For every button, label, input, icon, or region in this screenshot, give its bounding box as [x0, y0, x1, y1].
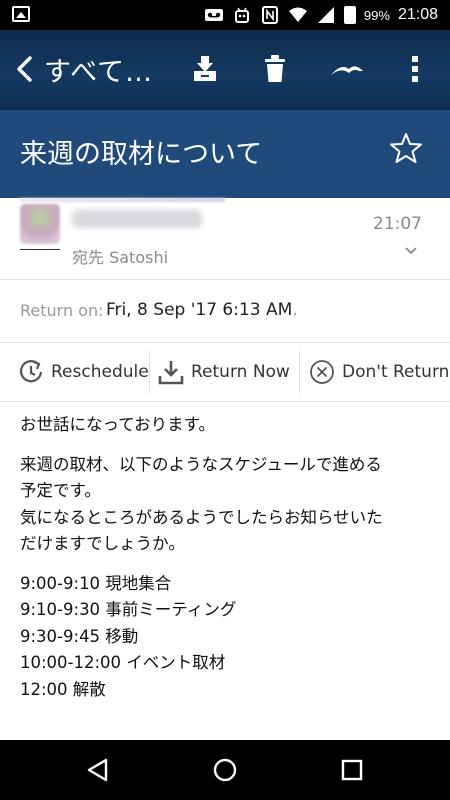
battery-icon — [343, 6, 356, 24]
greeting: お世話になっております。 — [20, 415, 216, 434]
swipe-action-button[interactable] — [328, 52, 366, 86]
chevron-down-icon[interactable] — [404, 246, 418, 256]
nfc-icon — [261, 6, 278, 24]
back-arrow-icon[interactable] — [12, 54, 38, 84]
schedule-item: 9:10-9:30 事前ミーティング — [20, 600, 237, 619]
clock: 21:08 — [397, 6, 438, 23]
more-options-button[interactable] — [398, 52, 432, 86]
toolbar-title[interactable]: すべて… — [44, 50, 153, 89]
paragraph: 来週の取材、以下のようなスケジュールで進める 予定です。 気になるところがあるよ… — [20, 452, 430, 558]
signal-icon — [317, 7, 334, 23]
message-body: お世話になっております。 来週の取材、以下のようなスケジュールで進める 予定です… — [20, 412, 430, 716]
body-line: 来週の取材、以下のようなスケジュールで進める — [20, 454, 382, 474]
return-now-button[interactable]: Return Now — [158, 343, 290, 401]
subject-bar: 来週の取材について — [0, 110, 450, 198]
schedule-item: 10:00-12:00 イベント取材 — [20, 653, 226, 672]
body-line: 気になるところがあるようでしたらお知らせいた — [20, 507, 383, 527]
sender-name-blurred — [72, 210, 202, 228]
body-line: 予定です。 — [20, 481, 101, 500]
dont-return-button[interactable]: Don't Return — [309, 343, 449, 401]
dont-return-label: Don't Return — [342, 362, 450, 382]
return-value: Fri, 8 Sep '17 6:13 AM. — [106, 300, 298, 320]
avatar — [20, 204, 60, 244]
divider — [149, 351, 150, 393]
action-bar: Reschedule Return Now Don't Return — [0, 342, 450, 402]
recents-icon[interactable] — [338, 756, 366, 784]
return-now-icon — [158, 361, 184, 385]
battery-percent: 99% — [363, 7, 390, 23]
trash-icon — [265, 55, 285, 82]
archive-button[interactable] — [188, 52, 222, 86]
return-now-label: Return Now — [191, 362, 290, 382]
reschedule-icon — [19, 360, 43, 383]
image-icon — [12, 6, 30, 22]
swipe-icon — [331, 66, 363, 75]
divider — [299, 351, 300, 393]
schedule-item: 9:00-9:10 現地集合 — [20, 573, 172, 593]
status-bar: 99% 21:08 — [0, 0, 450, 30]
recipient-line: 宛先 Satoshi — [72, 248, 169, 267]
toolbar: すべて… — [0, 30, 450, 110]
delete-button[interactable] — [258, 52, 292, 86]
home-icon[interactable] — [211, 756, 239, 784]
navigation-bar — [0, 740, 450, 800]
star-icon[interactable] — [390, 132, 422, 164]
subject-title: 来週の取材について — [20, 139, 263, 170]
wifi-icon — [288, 7, 307, 22]
body-line: だけますでしょうか。 — [20, 534, 185, 553]
back-nav-icon[interactable] — [84, 756, 112, 784]
divider — [20, 249, 60, 250]
sender-row[interactable]: 宛先 Satoshi 21:07 — [0, 198, 450, 280]
more-icon — [412, 56, 418, 82]
return-date: Fri, 8 Sep '17 6:13 AM — [106, 300, 293, 320]
schedule-item: 12:00 解散 — [20, 679, 106, 699]
return-label: Return on: — [20, 301, 104, 320]
message-time: 21:07 — [373, 214, 422, 234]
voicemail-icon — [204, 9, 223, 21]
cancel-circle-icon — [310, 360, 334, 384]
paragraph: お世話になっております。 — [20, 412, 430, 439]
schedule-list: 9:00-9:10 現地集合 9:10-9:30 事前ミーティング 9:30-9… — [20, 571, 430, 704]
schedule-item: 9:30-9:45 移動 — [20, 626, 139, 646]
return-info: Return on: Fri, 8 Sep '17 6:13 AM. — [0, 280, 450, 342]
reschedule-button[interactable]: Reschedule — [18, 343, 149, 401]
archive-icon — [194, 56, 216, 81]
return-dot: . — [292, 300, 298, 320]
blurred-decoration — [20, 198, 225, 202]
reschedule-label: Reschedule — [51, 362, 149, 382]
android-icon — [234, 7, 249, 23]
